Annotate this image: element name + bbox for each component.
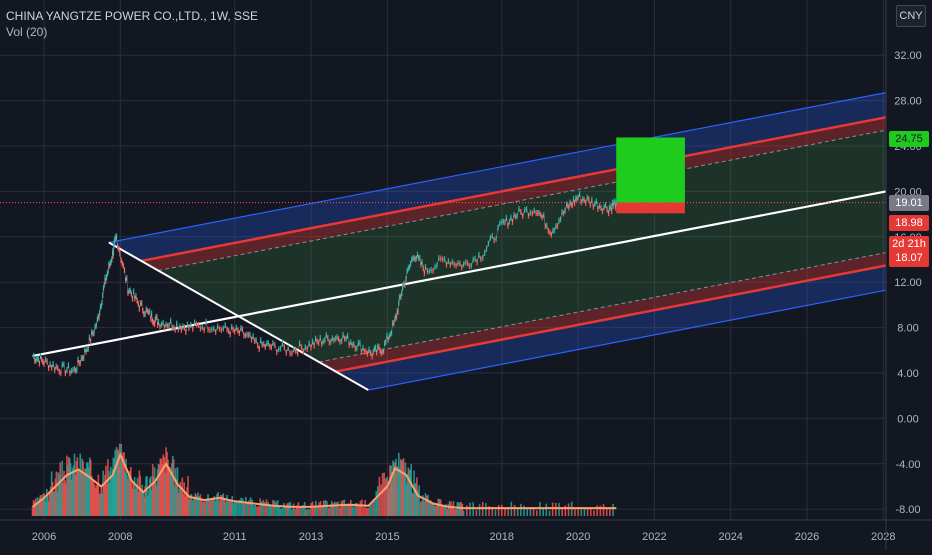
chart-root[interactable]: 32.0028.0024.0020.0016.0012.008.004.000.… — [0, 0, 932, 550]
countdown-text: 2d 21h — [892, 238, 926, 250]
y-tick-label: 8.00 — [897, 323, 918, 335]
currency-button[interactable]: CNY — [896, 5, 926, 27]
y-tick-label: 0.00 — [897, 413, 918, 425]
target-zone-box — [616, 137, 685, 203]
x-tick-label: 2013 — [299, 531, 323, 543]
y-tick-label: 4.00 — [897, 368, 918, 380]
x-tick-label: 2011 — [223, 531, 247, 543]
last-price-tag: 19.01 — [889, 195, 929, 211]
y-tick-label: 32.00 — [894, 50, 922, 62]
volume-indicator-label: Vol (20) — [6, 25, 48, 39]
stop2-price-text: 18.07 — [895, 252, 923, 264]
x-tick-label: 2018 — [490, 531, 514, 543]
chart-legend: CHINA YANGTZE POWER CO.,LTD., 1W, SSE Vo… — [6, 8, 258, 40]
y-tick-label: -8.00 — [895, 504, 920, 516]
y-tick-label: 28.00 — [894, 96, 922, 108]
x-tick-label: 2020 — [566, 531, 590, 543]
x-tick-label: 2022 — [642, 531, 666, 543]
stop-zone-box — [616, 202, 685, 214]
target-price-tag: 24.75 — [889, 131, 929, 147]
x-tick-label: 2026 — [795, 531, 819, 543]
bar-countdown-tag: 2d 21h 18.07 — [889, 236, 929, 267]
x-tick-label: 2006 — [32, 531, 56, 543]
symbol-title: CHINA YANGTZE POWER CO.,LTD., 1W, SSE — [6, 9, 259, 23]
y-tick-label: 12.00 — [894, 277, 922, 289]
x-tick-label: 2015 — [375, 531, 399, 543]
x-tick-label: 2008 — [108, 531, 132, 543]
x-tick-label: 2024 — [718, 531, 742, 543]
price-chart[interactable]: 32.0028.0024.0020.0016.0012.008.004.000.… — [0, 0, 932, 550]
y-tick-label: -4.00 — [895, 459, 920, 471]
stop-price-tag: 18.98 — [889, 215, 929, 231]
x-tick-label: 2028 — [871, 531, 895, 543]
